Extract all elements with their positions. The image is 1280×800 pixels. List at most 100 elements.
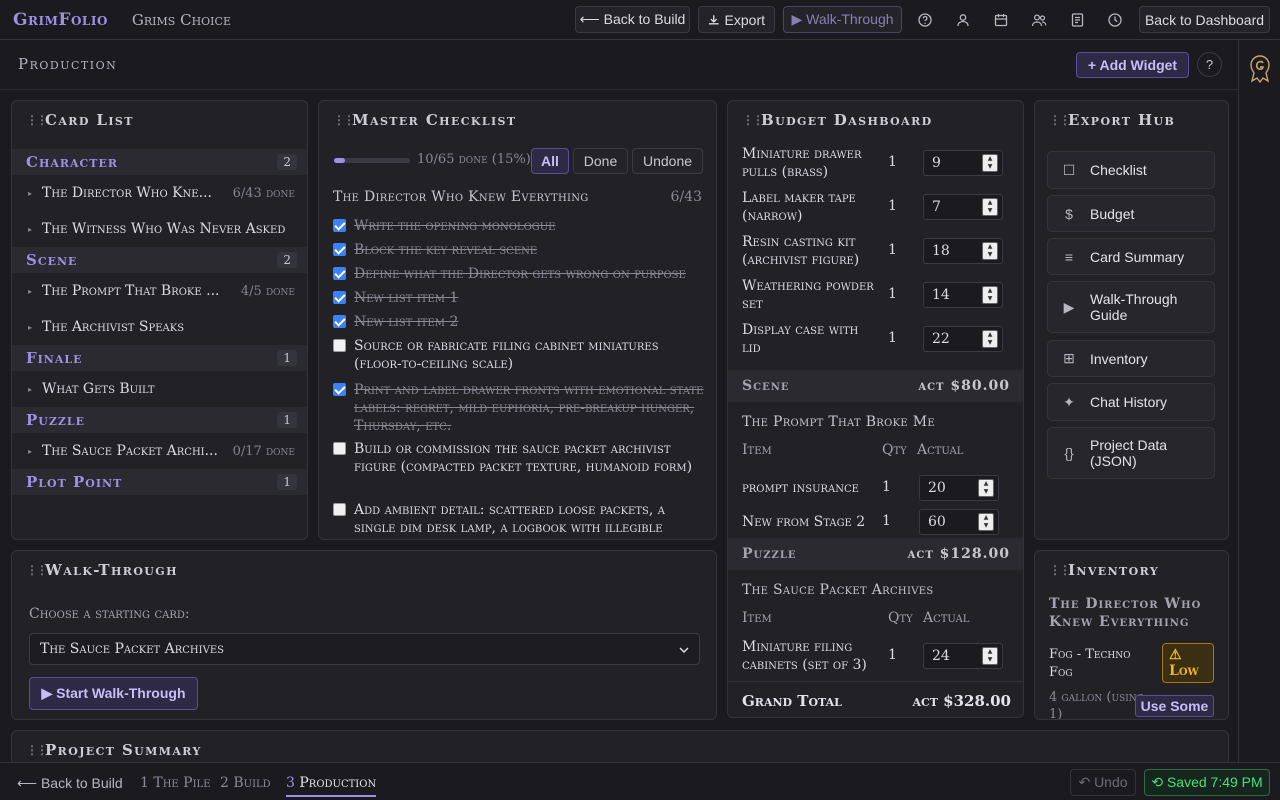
- users-icon[interactable]: [1027, 8, 1051, 32]
- step-build[interactable]: 2 Build: [220, 775, 271, 791]
- drag-handle-icon[interactable]: ⋮⋮: [26, 563, 48, 577]
- number-spinner[interactable]: ▲ ▼: [982, 286, 998, 304]
- number-spinner[interactable]: ▲ ▼: [982, 647, 998, 665]
- category-3[interactable]: Puzzle 1: [12, 407, 307, 433]
- number-spinner[interactable]: ▲ ▼: [982, 242, 998, 260]
- category-1[interactable]: Scene 2: [12, 247, 307, 273]
- checklist-item-text: Source or fabricate filing cabinet minia…: [354, 338, 659, 372]
- card-title: The Archivist Speaks: [42, 319, 185, 335]
- checklist-checkbox[interactable]: [333, 267, 346, 280]
- filter-done-button[interactable]: Done: [573, 148, 628, 174]
- budget-item-name: Weathering powder set: [742, 278, 874, 312]
- checklist-checkbox[interactable]: [333, 383, 346, 396]
- app-brand[interactable]: GrimFolio: [13, 10, 108, 30]
- undo-button[interactable]: ↶ Undo: [1070, 769, 1136, 796]
- filter-all-button[interactable]: All: [531, 148, 569, 174]
- card-list-item[interactable]: ▸ The Sauce Packet Archi... 0/17 done: [12, 433, 307, 469]
- budget-actual-value: 14: [932, 287, 950, 303]
- budget-actual-input[interactable]: 24 ▲ ▼: [923, 643, 1003, 669]
- export-card-summary-button[interactable]: ≡ Card Summary: [1047, 238, 1215, 275]
- card-list-item[interactable]: ▸ The Prompt That Broke ... 4/5 done: [12, 273, 307, 309]
- back-to-dashboard-button[interactable]: Back to Dashboard: [1139, 6, 1270, 33]
- add-widget-button[interactable]: + Add Widget: [1076, 52, 1189, 78]
- category-count-badge: 2: [277, 252, 297, 268]
- number-spinner[interactable]: ▲ ▼: [982, 330, 998, 348]
- export-chat-history-button[interactable]: ✦ Chat History: [1047, 383, 1215, 421]
- expand-triangle-icon[interactable]: ▸: [28, 323, 32, 332]
- budget-actual-input[interactable]: 60 ▲ ▼: [919, 509, 999, 535]
- expand-triangle-icon[interactable]: ▸: [28, 189, 32, 198]
- drag-handle-icon[interactable]: ⋮⋮: [26, 113, 48, 127]
- checklist-checkbox[interactable]: [333, 291, 346, 304]
- warning-icon: ⚠: [1169, 647, 1182, 663]
- export-walkthrough-guide-button[interactable]: ▶ Walk-Through Guide: [1047, 281, 1215, 333]
- export-checklist-button[interactable]: ☐ Checklist: [1047, 151, 1215, 189]
- category-name: Scene: [26, 251, 78, 269]
- walkthrough-guide-icon: ▶: [1063, 298, 1075, 315]
- card-list-item[interactable]: ▸ The Director Who Kne... 6/43 done: [12, 175, 307, 211]
- number-spinner[interactable]: ▲ ▼: [982, 154, 998, 172]
- walkthrough-button[interactable]: ▶ Walk-Through: [783, 6, 902, 33]
- budget-actual-input[interactable]: 7 ▲ ▼: [923, 194, 1003, 220]
- category-0[interactable]: Character 2: [12, 149, 307, 175]
- checklist-checkbox[interactable]: [333, 339, 346, 352]
- document-icon[interactable]: [1065, 8, 1089, 32]
- budget-item-qty: 1: [882, 479, 891, 495]
- number-spinner[interactable]: ▲ ▼: [978, 479, 994, 497]
- card-list-item[interactable]: ▸ The Witness Who Was Never Asked: [12, 211, 307, 247]
- expand-triangle-icon[interactable]: ▸: [28, 225, 32, 234]
- saved-status: ⟲ Saved 7:49 PM: [1144, 769, 1270, 796]
- checklist-checkbox[interactable]: [333, 315, 346, 328]
- checklist-checkbox[interactable]: [333, 243, 346, 256]
- budget-actual-input[interactable]: 9 ▲ ▼: [923, 150, 1003, 176]
- low-stock-badge: ⚠ Low: [1162, 643, 1214, 683]
- budget-actual-input[interactable]: 18 ▲ ▼: [923, 238, 1003, 264]
- history-icon[interactable]: [1103, 8, 1127, 32]
- filter-undone-button[interactable]: Undone: [632, 148, 703, 174]
- step-production[interactable]: 3 Production: [286, 775, 377, 797]
- budget-actual-input[interactable]: 14 ▲ ▼: [923, 282, 1003, 308]
- number-spinner[interactable]: ▲ ▼: [982, 198, 998, 216]
- expand-triangle-icon[interactable]: ▸: [28, 447, 32, 456]
- drag-handle-icon[interactable]: ⋮⋮: [1049, 563, 1071, 577]
- export-label: Checklist: [1090, 162, 1147, 178]
- grand-total-row: Grand Total act $328.00: [728, 681, 1023, 717]
- budget-actual-input[interactable]: 22 ▲ ▼: [923, 326, 1003, 352]
- export-label: Export: [724, 11, 765, 28]
- card-list-item[interactable]: ▸ What Gets Built: [12, 371, 307, 407]
- checklist-checkbox[interactable]: [333, 219, 346, 232]
- starting-card-select[interactable]: The Sauce Packet Archives: [29, 633, 700, 665]
- drag-handle-icon[interactable]: ⋮⋮: [333, 113, 355, 127]
- export-button[interactable]: Export: [698, 6, 775, 33]
- category-name: Plot Point: [26, 473, 123, 491]
- checklist-checkbox[interactable]: [333, 442, 346, 455]
- budget-item-name: Miniature drawer pulls (brass): [742, 146, 862, 180]
- drag-handle-icon[interactable]: ⋮⋮: [26, 743, 48, 757]
- back-to-build-button[interactable]: ⟵ Back to Build: [575, 6, 690, 33]
- calendar-icon[interactable]: [989, 8, 1013, 32]
- category-2[interactable]: Finale 1: [12, 345, 307, 371]
- expand-triangle-icon[interactable]: ▸: [28, 385, 32, 394]
- help-button[interactable]: ?: [1197, 52, 1222, 77]
- card-list-item[interactable]: ▸ The Archivist Speaks: [12, 309, 307, 345]
- number-spinner[interactable]: ▲ ▼: [978, 513, 994, 531]
- category-4[interactable]: Plot Point 1: [12, 469, 307, 495]
- checklist-checkbox[interactable]: [333, 503, 346, 516]
- export-budget-button[interactable]: $ Budget: [1047, 195, 1215, 232]
- production-header: Production + Add Widget ?: [0, 40, 1238, 90]
- export-inventory-button[interactable]: ⊞ Inventory: [1047, 340, 1215, 377]
- drag-handle-icon[interactable]: ⋮⋮: [1049, 113, 1071, 127]
- assistant-avatar-icon[interactable]: [1248, 54, 1272, 84]
- expand-triangle-icon[interactable]: ▸: [28, 287, 32, 296]
- export-label: Project Data (JSON): [1090, 437, 1168, 469]
- help-icon[interactable]: [913, 8, 937, 32]
- export-project-data-json-button[interactable]: {} Project Data (JSON): [1047, 427, 1215, 479]
- use-some-button[interactable]: Use Some: [1135, 695, 1214, 717]
- step-the-pile[interactable]: 1 The Pile: [140, 775, 211, 791]
- budget-actual-input[interactable]: 20 ▲ ▼: [919, 475, 999, 501]
- start-walkthrough-button[interactable]: ▶ Start Walk-Through: [29, 677, 198, 710]
- bottom-back-to-build[interactable]: ⟵ Back to Build: [17, 775, 123, 792]
- user-icon[interactable]: [951, 8, 975, 32]
- budget-card-title: The Prompt That Broke Me: [742, 414, 935, 430]
- export-label: Chat History: [1090, 394, 1168, 410]
